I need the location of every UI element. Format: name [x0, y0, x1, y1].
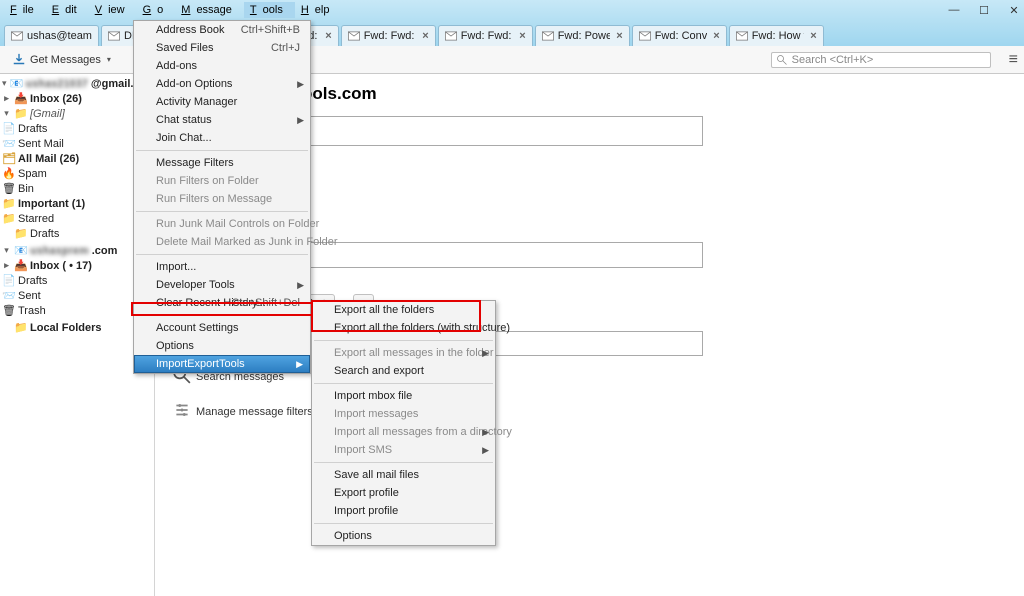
account-1[interactable]: ▾📧ushas21037@gmail.com: [0, 76, 154, 91]
app-menu-button[interactable]: ≡: [1009, 51, 1018, 69]
menu-item[interactable]: Message Filters: [134, 154, 310, 172]
starred[interactable]: 📁Starred: [0, 211, 154, 226]
menu-go[interactable]: Go: [137, 2, 176, 18]
close-button[interactable]: ✕: [1008, 4, 1020, 17]
import-export-submenu: Export all the foldersExport all the fol…: [311, 300, 496, 546]
menu-item[interactable]: Add-on Options▶: [134, 75, 310, 93]
tools-dropdown: Address BookCtrl+Shift+BSaved FilesCtrl+…: [133, 20, 311, 374]
inbox-1[interactable]: ▸📥Inbox (26): [0, 91, 154, 106]
menu-item: Run Junk Mail Controls on Folder: [134, 215, 310, 233]
trash-2[interactable]: 🗑Trash: [0, 303, 154, 318]
folder-tree: ▾📧ushas21037@gmail.com ▸📥Inbox (26) ▾📁[G…: [0, 74, 155, 596]
menu-item[interactable]: Account Settings: [134, 319, 310, 337]
tab-6[interactable]: Fwd: PowerF×: [535, 25, 630, 46]
sent-1[interactable]: 📨Sent Mail: [0, 136, 154, 151]
menu-item[interactable]: Import...: [134, 258, 310, 276]
close-icon[interactable]: ×: [713, 30, 719, 42]
menu-item[interactable]: Export all the folders: [312, 301, 495, 319]
download-icon: [12, 53, 26, 67]
search-input[interactable]: Search <Ctrl+K>: [771, 52, 991, 68]
menu-item[interactable]: Saved FilesCtrl+J: [134, 39, 310, 57]
drafts-2[interactable]: 📄Drafts: [0, 273, 154, 288]
tab-4[interactable]: Fwd: Fwd: P×: [341, 25, 436, 46]
account-2[interactable]: ▾📧ushasprem.com: [0, 243, 154, 258]
menu-item[interactable]: Clear Recent History...Ctrl+Shift+Del: [134, 294, 310, 312]
menu-item[interactable]: Activity Manager: [134, 93, 310, 111]
drafts-outer[interactable]: 📁Drafts: [0, 226, 154, 241]
local-folders[interactable]: 📁Local Folders: [0, 320, 154, 335]
tab-0[interactable]: ushas@teamsys: [4, 25, 99, 46]
menu-item[interactable]: Export profile: [312, 484, 495, 502]
menu-edit[interactable]: Edit: [46, 2, 89, 18]
tab-8[interactable]: Fwd: How to×: [729, 25, 824, 46]
menu-item[interactable]: Join Chat...: [134, 129, 310, 147]
menu-item: Run Filters on Folder: [134, 172, 310, 190]
get-messages-button[interactable]: Get Messages▾: [6, 51, 117, 69]
menu-item[interactable]: Import mbox file: [312, 387, 495, 405]
menu-tools[interactable]: Tools: [244, 2, 295, 18]
important[interactable]: 📁Important (1): [0, 196, 154, 211]
close-icon[interactable]: ×: [519, 30, 525, 42]
menubar: File Edit View Go Message Tools Help — ☐…: [0, 0, 1024, 20]
menu-item: Import messages: [312, 405, 495, 423]
drafts-1[interactable]: 📄Drafts: [0, 121, 154, 136]
close-icon[interactable]: ×: [810, 30, 816, 42]
menu-file[interactable]: File: [4, 2, 46, 18]
menu-item[interactable]: Add-ons: [134, 57, 310, 75]
bin[interactable]: 🗑Bin: [0, 181, 154, 196]
close-icon[interactable]: ×: [325, 30, 331, 42]
menu-item[interactable]: Options: [134, 337, 310, 355]
menu-item: Import SMS▶: [312, 441, 495, 459]
tab-5[interactable]: Fwd: Fwd: K×: [438, 25, 533, 46]
gmail-folder[interactable]: ▾📁[Gmail]: [0, 106, 154, 121]
allmail[interactable]: 🗂All Mail (26): [0, 151, 154, 166]
minimize-button[interactable]: —: [948, 4, 960, 16]
menu-item[interactable]: Chat status▶: [134, 111, 310, 129]
menu-item: Export all messages in the folder▶: [312, 344, 495, 362]
setup-account-label: ⚙ Set up an account:: [199, 274, 1006, 288]
menu-item[interactable]: Address BookCtrl+Shift+B: [134, 21, 310, 39]
menu-item: Delete Mail Marked as Junk in Folder: [134, 233, 310, 251]
sent-2[interactable]: 📨Sent: [0, 288, 154, 303]
menu-item[interactable]: Developer Tools▶: [134, 276, 310, 294]
menu-help[interactable]: Help: [295, 2, 342, 18]
menu-item: Import all messages from a directory▶: [312, 423, 495, 441]
maximize-button[interactable]: ☐: [978, 4, 990, 17]
menu-item[interactable]: ImportExportTools▶: [134, 355, 310, 373]
menu-view[interactable]: View: [89, 2, 137, 18]
search-icon: [776, 54, 788, 66]
menu-message[interactable]: Message: [175, 2, 244, 18]
spam[interactable]: 🔥Spam: [0, 166, 154, 181]
tab-7[interactable]: Fwd: Conve×: [632, 25, 727, 46]
menu-item[interactable]: Export all the folders (with structure): [312, 319, 495, 337]
manage-filters[interactable]: Manage message filters: [173, 401, 313, 422]
menu-item[interactable]: Save all mail files: [312, 466, 495, 484]
menu-item[interactable]: Import profile: [312, 502, 495, 520]
inbox-2[interactable]: ▸📥Inbox ( • 17): [0, 258, 154, 273]
close-icon[interactable]: ×: [616, 30, 622, 42]
menu-item: Run Filters on Message: [134, 190, 310, 208]
menu-item[interactable]: Options: [312, 527, 495, 545]
close-icon[interactable]: ×: [422, 30, 428, 42]
menu-item[interactable]: Search and export: [312, 362, 495, 380]
